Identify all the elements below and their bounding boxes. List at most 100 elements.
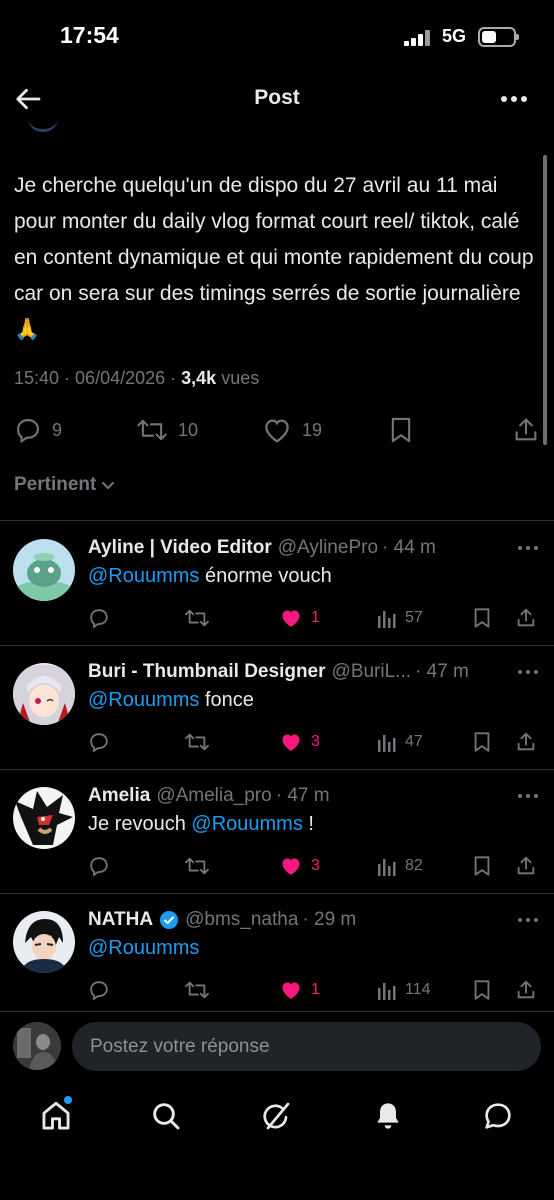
reply-author-name[interactable]: Ayline | Video Editor — [88, 537, 272, 559]
bookmark-button[interactable] — [472, 853, 492, 879]
reply-input[interactable] — [72, 1022, 541, 1071]
views-button[interactable]: 47 — [377, 729, 423, 755]
home-icon — [42, 1101, 70, 1130]
reply-author-handle[interactable]: @AylinePro — [278, 537, 378, 559]
post-date: 06/04/2026 — [75, 368, 166, 388]
like-button[interactable]: 1 — [279, 605, 320, 631]
bookmark-icon — [474, 732, 490, 752]
post-views-count: 3,4k — [181, 368, 217, 388]
heart-filled-icon — [282, 858, 300, 875]
reply-author-handle[interactable]: @bms_natha — [185, 909, 298, 931]
sort-dropdown[interactable]: Pertinent — [14, 474, 116, 496]
reply-icon — [17, 419, 39, 444]
like-count: 19 — [302, 419, 323, 440]
mention-link[interactable]: @Rouumms — [88, 937, 199, 959]
mention-link[interactable]: @Rouumms — [191, 813, 302, 835]
avatar[interactable] — [13, 787, 75, 849]
like-button[interactable]: 1 — [279, 977, 320, 1003]
bookmark-button[interactable] — [388, 410, 414, 450]
repost-button[interactable]: 10 — [136, 410, 198, 450]
views-button[interactable]: 114 — [377, 977, 431, 1003]
heart-icon — [265, 419, 289, 443]
reply-author-name[interactable]: Amelia — [88, 785, 150, 807]
more-options-icon[interactable] — [498, 85, 530, 113]
share-button[interactable] — [515, 605, 537, 631]
more-options-icon[interactable] — [516, 543, 540, 553]
reply-button[interactable] — [88, 853, 110, 879]
bookmark-button[interactable] — [472, 605, 492, 631]
reply-author-name[interactable]: NATHA — [88, 909, 153, 931]
reply-text: @Rouumms énorme vouch — [88, 565, 332, 588]
reply-author-name[interactable]: Buri - Thumbnail Designer — [88, 661, 326, 683]
reply-text-before: Je revouch — [88, 813, 192, 835]
nav-messages[interactable] — [478, 1096, 518, 1136]
share-button[interactable] — [515, 853, 537, 879]
reply-item[interactable]: Ayline | Video Editor @AylinePro · 44 m … — [0, 521, 554, 645]
mention-link[interactable]: @Rouumms — [88, 565, 199, 587]
reply-actions: 3 82 — [0, 853, 554, 879]
reply-text-after: fonce — [199, 689, 254, 711]
more-options-icon[interactable] — [516, 915, 540, 925]
share-button[interactable] — [515, 729, 537, 755]
reply-actions: 1 57 — [0, 605, 554, 631]
bookmark-button[interactable] — [472, 729, 492, 755]
like-count: 1 — [311, 981, 320, 998]
reply-button[interactable]: 9 — [14, 410, 62, 450]
views-count: 114 — [405, 981, 431, 998]
repost-button[interactable] — [184, 605, 210, 631]
repost-button[interactable] — [184, 853, 210, 879]
views-button[interactable]: 57 — [377, 605, 423, 631]
reply-time: · 29 m — [302, 909, 357, 930]
heart-filled-icon — [282, 610, 300, 627]
reply-author-handle[interactable]: @Amelia_pro — [156, 785, 271, 807]
like-button[interactable]: 19 — [262, 410, 322, 450]
avatar[interactable] — [13, 663, 75, 725]
messages-icon — [485, 1103, 511, 1129]
like-button[interactable]: 3 — [279, 729, 320, 755]
repost-icon — [185, 857, 209, 875]
reply-button[interactable] — [88, 977, 110, 1003]
nav-home[interactable] — [36, 1096, 76, 1136]
avatar[interactable] — [13, 539, 75, 601]
bookmark-icon — [474, 608, 490, 628]
reply-button[interactable] — [88, 729, 110, 755]
reply-item[interactable]: NATHA @bms_natha · 29 m @Rouumms 1 114 — [0, 893, 554, 1017]
network-type: 5G — [442, 26, 467, 46]
mention-link[interactable]: @Rouumms — [88, 689, 199, 711]
nav-grok[interactable] — [256, 1096, 296, 1136]
analytics-icon — [378, 735, 396, 752]
reply-text: @Rouumms fonce — [88, 689, 254, 712]
status-time: 17:54 — [60, 22, 119, 48]
more-options-icon[interactable] — [516, 791, 540, 801]
heart-filled-icon — [282, 734, 300, 751]
repost-button[interactable] — [184, 729, 210, 755]
share-icon — [517, 732, 535, 751]
share-button[interactable] — [515, 977, 537, 1003]
repost-icon — [137, 419, 167, 441]
bookmark-button[interactable] — [472, 977, 492, 1003]
post-text: Je cherche quelqu'un de dispo du 27 avri… — [14, 174, 534, 341]
like-button[interactable]: 3 — [279, 853, 320, 879]
post-time: 15:40 — [14, 368, 60, 388]
views-button[interactable]: 82 — [377, 853, 423, 879]
reply-author-handle[interactable]: @BuriL... — [332, 661, 411, 683]
reply-item[interactable]: Buri - Thumbnail Designer @BuriL... · 47… — [0, 645, 554, 769]
reply-icon — [90, 857, 108, 877]
analytics-icon — [378, 983, 396, 1000]
reply-item[interactable]: Amelia @Amelia_pro · 47 m Je revouch @Ro… — [0, 769, 554, 893]
like-count: 3 — [311, 857, 320, 874]
share-button[interactable] — [512, 410, 540, 450]
share-icon — [517, 856, 535, 875]
reply-button[interactable] — [88, 605, 110, 631]
repost-button[interactable] — [184, 977, 210, 1003]
nav-notifications[interactable] — [368, 1096, 408, 1136]
reply-time: · 47 m — [275, 785, 330, 806]
repost-icon — [185, 733, 209, 751]
avatar[interactable] — [13, 911, 75, 973]
reply-header: Ayline | Video Editor @AylinePro · 44 m — [88, 537, 508, 559]
avatar[interactable] — [13, 1022, 61, 1070]
nav-search[interactable] — [146, 1096, 186, 1136]
like-count: 1 — [311, 609, 320, 626]
more-options-icon[interactable] — [516, 667, 540, 677]
share-icon — [515, 418, 537, 441]
